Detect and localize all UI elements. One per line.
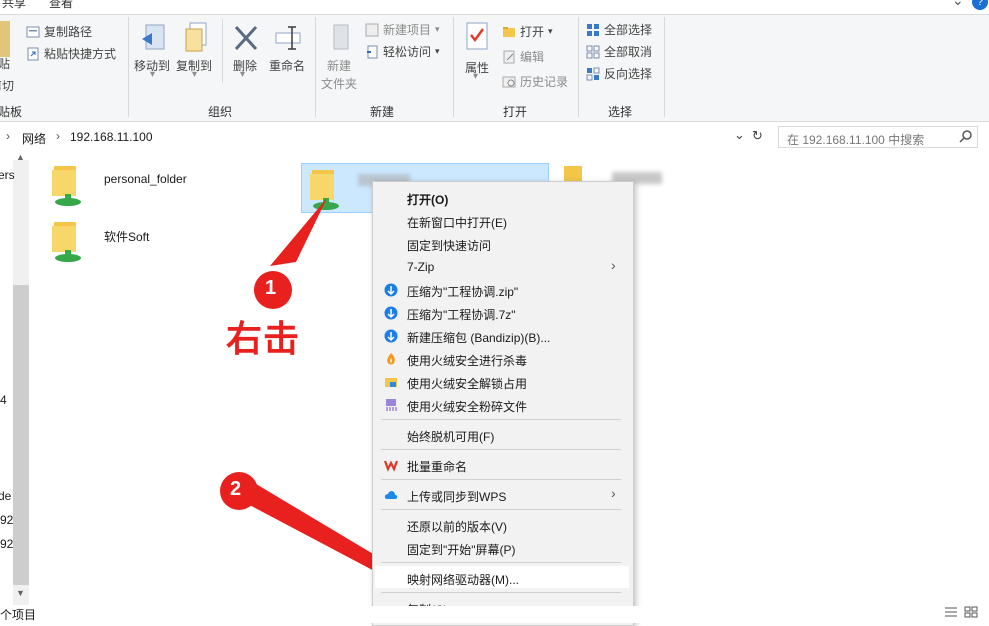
menu-item-restore-versions[interactable]: 还原以前的版本(V) xyxy=(407,518,507,535)
menu-separator xyxy=(381,562,621,563)
cloud-icon xyxy=(384,488,398,502)
menu-item-compress-zip[interactable]: 压缩为"工程协调.zip" xyxy=(407,283,518,300)
right-click-annotation: 右击 xyxy=(226,318,301,359)
menu-item-antivirus-scan[interactable]: 使用火绒安全进行杀毒 xyxy=(407,352,527,369)
menu-item-7zip[interactable]: 7-Zip xyxy=(407,260,434,274)
bandizip-icon xyxy=(384,283,398,297)
wps-icon xyxy=(383,458,399,472)
menu-separator xyxy=(381,509,621,510)
annotation-arrow-1 xyxy=(270,198,327,266)
menu-separator xyxy=(381,592,621,593)
bandizip-icon xyxy=(384,306,398,320)
menu-separator xyxy=(381,419,621,420)
menu-separator xyxy=(381,479,621,480)
huorong-icon xyxy=(384,352,398,366)
menu-item-compress-7z[interactable]: 压缩为"工程协调.7z" xyxy=(407,306,516,323)
menu-item-upload-wps[interactable]: 上传或同步到WPS xyxy=(407,488,506,505)
menu-item-open-new-window[interactable]: 在新窗口中打开(E) xyxy=(407,214,507,231)
menu-separator xyxy=(381,449,621,450)
menu-item-always-offline[interactable]: 始终脱机可用(F) xyxy=(407,428,494,445)
step-1-number: 1 xyxy=(265,277,277,299)
large-icons-view-icon[interactable] xyxy=(964,606,978,618)
shredder-icon xyxy=(384,398,398,412)
context-menu: 打开(O) 在新窗口中打开(E) 固定到快速访问 7-Zip › 压缩为"工程协… xyxy=(372,181,634,626)
submenu-arrow-icon: › xyxy=(611,485,616,501)
unlock-folder-icon xyxy=(384,375,398,389)
menu-item-unlock-file[interactable]: 使用火绒安全解锁占用 xyxy=(407,375,527,392)
menu-item-map-network-drive[interactable]: 映射网络驱动器(M)... xyxy=(407,571,519,588)
menu-item-batch-rename[interactable]: 批量重命名 xyxy=(407,458,467,475)
details-view-icon[interactable] xyxy=(944,606,958,618)
menu-item-shred-file[interactable]: 使用火绒安全粉碎文件 xyxy=(407,398,527,415)
menu-item-pin-start[interactable]: 固定到"开始"屏幕(P) xyxy=(407,541,516,558)
submenu-arrow-icon: › xyxy=(611,257,616,273)
status-bar: 个项目 xyxy=(0,606,989,623)
item-count-text: 个项目 xyxy=(0,608,37,622)
menu-item-new-archive[interactable]: 新建压缩包 (Bandizip)(B)... xyxy=(407,329,550,346)
bandizip-icon xyxy=(384,329,398,343)
menu-item-pin-quick-access[interactable]: 固定到快速访问 xyxy=(407,237,491,254)
menu-item-open[interactable]: 打开(O) xyxy=(407,191,448,208)
step-2-number: 2 xyxy=(230,478,242,500)
